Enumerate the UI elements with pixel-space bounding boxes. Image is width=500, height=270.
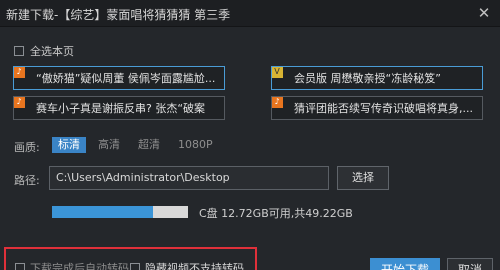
browse-button[interactable]: 选择 [337,166,389,190]
episode-label: 赛车小子真是谢振反串? 张杰“破案 [36,102,206,115]
path-label: 路径: [14,174,40,187]
episode-label: 猜评团能否续写传奇识破唱将真身,... [294,102,473,115]
quality-option-1080p[interactable]: 1080P [172,137,219,153]
hide-no-transcode-checkbox[interactable] [130,263,140,270]
quality-option-fhd[interactable]: 超清 [132,137,166,153]
close-icon[interactable]: ✕ [474,3,494,23]
auto-transcode-checkbox[interactable] [15,263,25,270]
vip-badge-icon: V [272,67,283,78]
select-all-option[interactable]: 全选本页 [14,43,74,59]
quality-label: 画质: [14,141,40,154]
disk-usage-fill [52,206,153,218]
vip-badge-icon: ♪ [14,97,25,108]
quality-option-sd[interactable]: 标清 [52,137,86,153]
episode-label: 会员版 周懋敬亲授“冻龄秘笈” [294,72,441,85]
vip-badge-icon: ♪ [14,67,25,78]
hide-no-transcode-label: 隐藏视频不支持转码 [145,262,244,270]
title-bar: 新建下载-【综艺】蒙面唱将猜猜猜 第三季 ✕ [0,0,500,27]
auto-transcode-option[interactable]: 下载完成后自动转码 [15,260,129,270]
vip-badge-icon: ♪ [272,97,283,108]
start-download-button[interactable]: 开始下载 [370,258,440,270]
episode-item[interactable]: ♪ 猜评团能否续写传奇识破唱将真身,... [271,96,483,120]
quality-option-hd[interactable]: 高清 [92,137,126,153]
window-title: 新建下载-【综艺】蒙面唱将猜猜猜 第三季 [6,8,231,22]
episode-label: “傲娇猫”疑似周董 侯佩岑面露尴尬... [36,72,216,85]
disk-space-info: C盘 12.72GB可用,共49.22GB [199,207,353,220]
select-all-label: 全选本页 [30,45,74,58]
cancel-button[interactable]: 取消 [447,258,493,270]
quality-tabs: 标清 高清 超清 1080P [52,137,219,153]
select-all-checkbox[interactable] [14,46,24,56]
disk-usage-bar [52,206,188,218]
episode-item[interactable]: V 会员版 周懋敬亲授“冻龄秘笈” [271,66,483,90]
episode-item[interactable]: ♪ 赛车小子真是谢振反串? 张杰“破案 [13,96,225,120]
episode-item[interactable]: ♪ “傲娇猫”疑似周董 侯佩岑面露尴尬... [13,66,225,90]
save-path-input[interactable]: C:\Users\Administrator\Desktop [49,166,329,190]
hide-no-transcode-option[interactable]: 隐藏视频不支持转码 [130,260,244,270]
auto-transcode-label: 下载完成后自动转码 [30,262,129,270]
